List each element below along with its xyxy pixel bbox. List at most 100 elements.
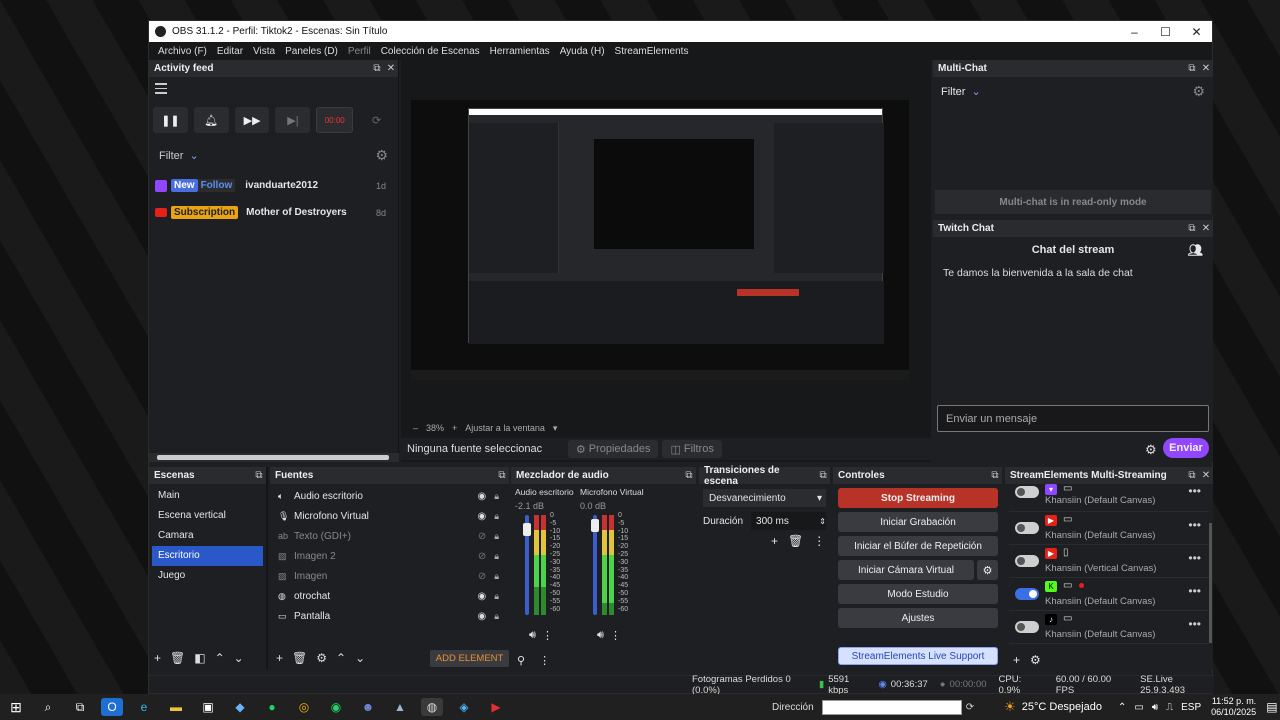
add-icon[interactable]: + — [771, 534, 778, 548]
replay-buffer-button[interactable]: Iniciar el Búfer de Repetición — [838, 536, 998, 556]
settings-icon[interactable]: ⚙ — [1145, 442, 1157, 458]
skip-icon[interactable]: ▶| — [275, 107, 311, 133]
mixer-settings-icon[interactable]: ⚲ — [517, 654, 525, 667]
close-icon[interactable]: ✕ — [1199, 470, 1213, 481]
usb-icon[interactable]: ⎍ — [1166, 702, 1173, 713]
more-icon[interactable]: ⋮ — [539, 654, 550, 667]
destination-toggle[interactable] — [1015, 588, 1039, 600]
gear-icon[interactable]: ⚙ — [375, 147, 388, 164]
scene-item[interactable]: Escena vertical — [152, 506, 263, 526]
filter-icon[interactable]: ◧ — [194, 651, 205, 665]
lock-icon[interactable]: 🔒︎ — [494, 591, 499, 602]
source-item[interactable]: 🔈︎ Audio escritorio ◉ 🔒︎ — [270, 486, 509, 506]
fast-forward-icon[interactable]: ▶▶ — [234, 107, 270, 133]
feed-filter[interactable]: Filter ⌄ ⚙ — [149, 139, 398, 172]
source-item[interactable]: 🎙︎ Microfono Virtual ◉ 🔒︎ — [270, 506, 509, 526]
eye-hidden-icon[interactable]: ⊘ — [478, 551, 486, 562]
lock-icon[interactable]: 🔒︎ — [494, 551, 499, 562]
clock[interactable]: 11:52 p. m. 06/10/2025 — [1211, 696, 1256, 718]
notification-icon[interactable]: ▤ — [1266, 700, 1277, 714]
preview-canvas[interactable] — [411, 100, 909, 380]
task-view-icon[interactable]: ⧉ — [69, 698, 91, 716]
bell-icon[interactable]: 🔔︎ — [193, 107, 229, 133]
replay-icon[interactable]: ⟳ — [359, 107, 394, 133]
pause-icon[interactable]: ❚❚ — [153, 107, 188, 133]
language-indicator[interactable]: ESP — [1181, 702, 1201, 713]
volume-icon[interactable]: 🔊︎ — [529, 629, 536, 642]
search-icon[interactable]: ⌕ — [37, 698, 59, 716]
outlook-icon[interactable]: O — [101, 698, 123, 716]
float-icon[interactable]: ⧉ — [495, 470, 509, 481]
horizontal-scrollbar[interactable] — [149, 453, 399, 462]
recorder-icon[interactable]: ▶ — [485, 698, 507, 716]
store-icon[interactable]: ▣ — [197, 698, 219, 716]
more-options-icon[interactable]: ••• — [1188, 617, 1201, 631]
destination-toggle[interactable] — [1015, 522, 1039, 534]
float-icon[interactable]: ⧉ — [988, 470, 1002, 481]
menu-herramientas[interactable]: Herramientas — [485, 46, 555, 57]
destination-toggle[interactable] — [1015, 486, 1039, 498]
add-icon[interactable]: + — [1013, 653, 1020, 667]
down-arrow-icon[interactable]: ⌄ — [355, 651, 365, 665]
lock-icon[interactable]: 🔒︎ — [494, 571, 499, 582]
menu-editar[interactable]: Editar — [212, 46, 248, 57]
address-input[interactable] — [821, 699, 962, 715]
gear-icon[interactable]: ⚙ — [316, 651, 327, 665]
eye-hidden-icon[interactable]: ⊘ — [478, 571, 486, 582]
transition-select[interactable]: Desvanecimiento ▾ — [703, 489, 826, 507]
trash-icon[interactable]: 🗑︎ — [292, 651, 307, 665]
scene-item[interactable]: Camara — [152, 526, 263, 546]
chrome-icon[interactable]: ◎ — [293, 698, 315, 716]
fit-window[interactable]: Ajustar a la ventana — [465, 423, 545, 433]
minimize-button[interactable]: – — [1119, 21, 1150, 42]
vertical-scrollbar[interactable] — [1209, 523, 1212, 643]
live-support-button[interactable]: StreamElements Live Support — [838, 647, 998, 665]
filters-button[interactable]: ◫ Filtros — [662, 440, 723, 458]
source-item[interactable]: ▨ Imagen 2 ⊘ 🔒︎ — [270, 546, 509, 566]
folder-icon[interactable]: ▬ — [165, 698, 187, 716]
scene-item[interactable]: Main — [152, 486, 263, 506]
eye-hidden-icon[interactable]: ⊘ — [478, 531, 486, 542]
menu-coleccion[interactable]: Colección de Escenas — [376, 46, 485, 57]
float-icon[interactable]: ⧉ — [1185, 223, 1199, 234]
menu-streamelements[interactable]: StreamElements — [610, 46, 694, 57]
volume-slider-handle[interactable] — [523, 523, 531, 536]
multichat-filter[interactable]: Filter ⌄ ⚙ — [933, 77, 1213, 106]
timer-badge[interactable]: 00:00 — [316, 107, 354, 133]
close-button[interactable]: ✕ — [1181, 21, 1212, 42]
hamburger-icon[interactable] — [149, 77, 398, 101]
add-icon[interactable]: + — [276, 651, 283, 665]
close-icon[interactable]: ✕ — [1199, 63, 1213, 74]
more-options-icon[interactable]: ••• — [1188, 551, 1201, 565]
settings-button[interactable]: Ajustes — [838, 608, 998, 628]
lock-icon[interactable]: 🔒︎ — [494, 611, 499, 622]
stepper-arrows-icon[interactable]: ⇕ — [819, 517, 826, 526]
gear-icon[interactable]: ⚙ — [1192, 83, 1205, 100]
more-icon[interactable]: ⋮ — [610, 629, 621, 642]
maximize-button[interactable]: ☐ — [1150, 21, 1181, 42]
steam-client-icon[interactable]: ▲ — [389, 698, 411, 716]
menu-archivo[interactable]: Archivo (F) — [153, 46, 212, 57]
lock-icon[interactable]: 🔒︎ — [494, 511, 499, 522]
up-arrow-icon[interactable]: ⌃ — [215, 651, 225, 665]
volume-slider-handle[interactable] — [591, 519, 599, 532]
eye-icon[interactable]: ◉ — [477, 591, 486, 602]
menu-ayuda[interactable]: Ayuda (H) — [555, 46, 610, 57]
trash-icon[interactable]: 🗑︎ — [170, 651, 185, 665]
menu-vista[interactable]: Vista — [248, 46, 280, 57]
float-icon[interactable]: ⧉ — [1185, 470, 1199, 481]
source-item[interactable]: ◍ otrochat ◉ 🔒︎ — [270, 586, 509, 606]
close-icon[interactable]: ✕ — [384, 63, 398, 74]
zoom-out-button[interactable]: – — [413, 423, 418, 433]
down-arrow-icon[interactable]: ⌄ — [234, 651, 244, 665]
feed-item[interactable]: New Follow ivanduarte2012 1d — [149, 172, 398, 199]
volume-icon[interactable]: 🔊︎ — [1152, 702, 1158, 713]
source-item[interactable]: ab Texto (GDI+) ⊘ 🔒︎ — [270, 526, 509, 546]
gear-icon[interactable]: ⚙ — [1030, 653, 1041, 667]
properties-button[interactable]: ⚙ Propiedades — [568, 440, 659, 458]
destination-toggle[interactable] — [1015, 555, 1039, 567]
close-icon[interactable]: ✕ — [1199, 223, 1213, 234]
float-icon[interactable]: ⧉ — [816, 470, 830, 481]
more-icon[interactable]: ⋮ — [813, 534, 825, 548]
destination-toggle[interactable] — [1015, 621, 1039, 633]
